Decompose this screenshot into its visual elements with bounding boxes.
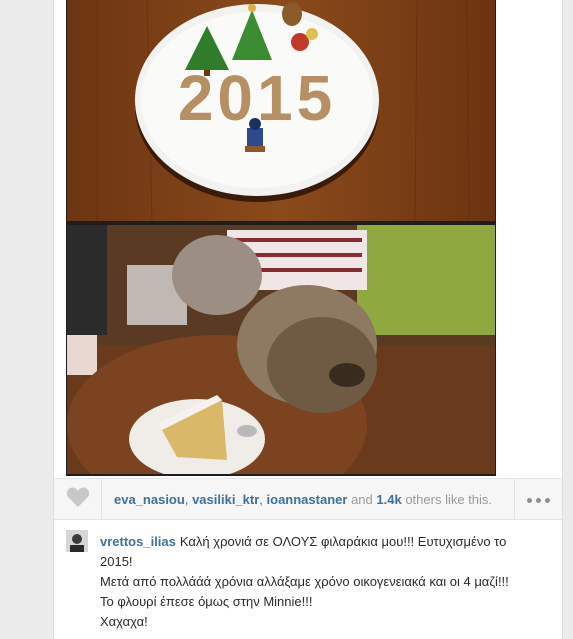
- liker-link[interactable]: vasiliki_ktr: [192, 492, 259, 507]
- caption-line: 2015!: [100, 554, 133, 569]
- likes-summary: eva_nasiou, vasiliki_ktr, ioannastaner a…: [114, 492, 493, 507]
- cake-photo: 2015: [67, 0, 495, 221]
- dog-photo: [67, 225, 495, 474]
- avatar[interactable]: [66, 530, 88, 552]
- post-photo[interactable]: 2015: [66, 0, 496, 476]
- caption-text: vrettos_ilias Καλή χρονιά σε ΟΛΟΥΣ φιλαρά…: [100, 532, 560, 632]
- liker-link[interactable]: ioannastaner: [267, 492, 348, 507]
- caption-line: Το φλουρί έπεσε όμως στην Minnie!!!: [100, 594, 313, 609]
- caption-line: Καλή χρονιά σε ΟΛΟΥΣ φιλαράκια μου!!! Ευ…: [179, 534, 507, 549]
- more-options-button[interactable]: [514, 479, 562, 519]
- ellipsis-icon: [525, 490, 552, 508]
- heart-icon: [66, 486, 90, 513]
- likes-suffix: others like this.: [405, 492, 493, 507]
- author-username[interactable]: vrettos_ilias: [100, 534, 176, 549]
- likes-count[interactable]: 1.4k: [376, 492, 401, 507]
- like-button[interactable]: [54, 479, 102, 519]
- liker-link[interactable]: eva_nasiou: [114, 492, 185, 507]
- caption-line: Χαχαχα!: [100, 614, 148, 629]
- likes-and: and: [351, 492, 373, 507]
- likes-bar: eva_nasiou, vasiliki_ktr, ioannastaner a…: [54, 478, 562, 520]
- caption-line: Μετά από πολλάάά χρόνια αλλάξαμε χρόνο ο…: [100, 574, 509, 589]
